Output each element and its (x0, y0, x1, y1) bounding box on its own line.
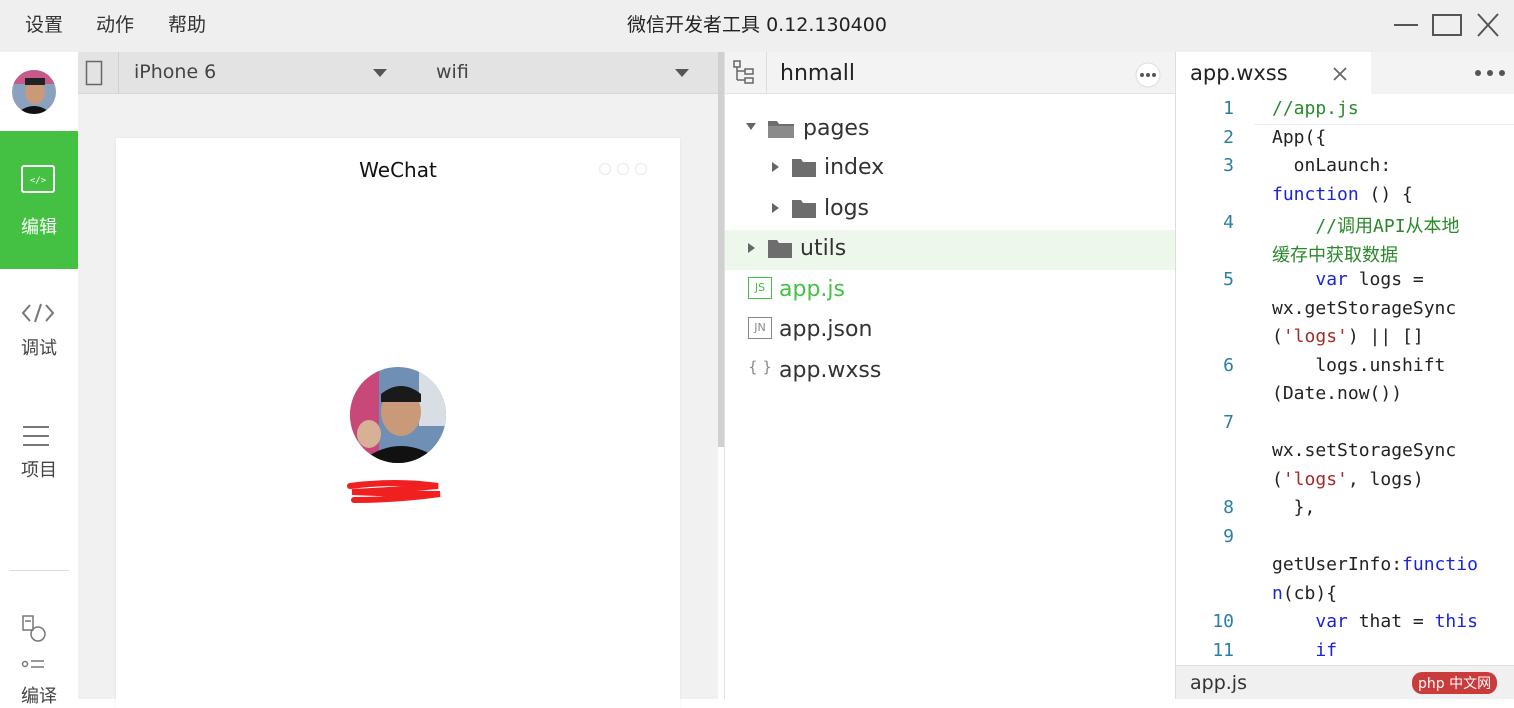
more-options-icon[interactable] (1135, 62, 1161, 88)
sidebar-item-label: 编译 (21, 686, 57, 707)
file-tree-header: hnmall (725, 52, 1175, 94)
tree-item-label: index (824, 155, 885, 180)
simulator-viewport: WeChat (78, 94, 718, 708)
sidebar-item-label: 编辑 (21, 217, 57, 238)
code-editor: app.wxss 1 2 3 4 5 6 7 8 9 10 11 //app.j… (1175, 52, 1514, 699)
nav-title: WeChat (359, 158, 437, 182)
collapse-arrow-icon[interactable] (746, 123, 756, 130)
avatar[interactable] (12, 70, 56, 114)
phone-screen[interactable]: WeChat (116, 138, 680, 708)
line-number: 10 (1212, 611, 1234, 632)
expand-arrow-icon[interactable] (772, 162, 779, 172)
sidebar-divider (9, 570, 69, 571)
close-icon (1477, 13, 1499, 37)
editor-tab-label: app.wxss (1190, 61, 1288, 85)
maximize-icon (1432, 14, 1462, 36)
editor-tab[interactable]: app.wxss (1176, 52, 1371, 94)
menu-lines-icon (23, 426, 49, 446)
redacted-name-scribble (347, 480, 441, 503)
menu-help[interactable]: 帮助 (168, 10, 206, 37)
folder-icon (768, 240, 792, 258)
more-options-icon[interactable] (1474, 69, 1508, 77)
menu-actions[interactable]: 动作 (96, 10, 134, 37)
sidebar-item-edit[interactable]: </> 编辑 (0, 131, 78, 269)
minimize-icon (1394, 24, 1418, 26)
code-editor-icon: </> (21, 165, 55, 193)
menu-settings[interactable]: 设置 (25, 10, 63, 37)
close-tab-icon[interactable] (1333, 67, 1347, 81)
device-select[interactable]: iPhone 6 (118, 52, 400, 94)
expand-arrow-icon[interactable] (772, 203, 779, 213)
line-number: 6 (1223, 355, 1234, 376)
tree-item-app-js[interactable]: JS app.js (725, 271, 1175, 311)
current-line-highlight (1254, 124, 1514, 125)
svg-text:</>: </> (30, 176, 47, 186)
line-number: 9 (1223, 526, 1234, 547)
tree-item-pages[interactable]: pages (725, 110, 1175, 150)
compile-icon (21, 615, 46, 668)
js-file-icon: JS (748, 277, 772, 299)
expand-arrow-icon[interactable] (748, 243, 755, 253)
sidebar-item-label: 项目 (21, 460, 57, 481)
editor-status-bar: app.js php 中文网 (1176, 665, 1514, 699)
line-number: 2 (1223, 127, 1234, 148)
tree-item-label: app.json (779, 317, 873, 342)
file-tree-panel: hnmall pages index logs utils JS app.js … (724, 52, 1175, 699)
device-select-value: iPhone 6 (134, 61, 217, 83)
wxss-file-icon: { } (748, 358, 772, 376)
line-number: 3 (1223, 155, 1234, 176)
simulator-toolbar: iPhone 6 wifi (78, 52, 718, 94)
network-select-value: wifi (436, 61, 469, 83)
tree-item-logs[interactable]: logs (725, 190, 1175, 230)
sidebar-item-project[interactable]: 项目 (0, 410, 78, 490)
json-file-icon: JN (748, 317, 772, 339)
tree-item-app-wxss[interactable]: { } app.wxss (725, 352, 1175, 392)
sidebar-item-compile[interactable]: 编译 (0, 610, 78, 707)
editor-tab-bar: app.wxss (1176, 52, 1514, 94)
line-number-gutter: 1 2 3 4 5 6 7 8 9 10 11 (1176, 94, 1254, 665)
tree-item-index[interactable]: index (725, 149, 1175, 189)
code-brackets-icon (21, 303, 55, 323)
project-name: hnmall (780, 61, 856, 86)
folder-open-icon (768, 121, 794, 138)
line-number: 11 (1212, 640, 1234, 661)
window-title: 微信开发者工具 0.12.130400 (627, 14, 887, 36)
user-avatar (350, 367, 446, 463)
network-select[interactable]: wifi (418, 52, 698, 94)
close-button[interactable] (1470, 8, 1506, 42)
tree-item-label: app.js (779, 277, 845, 302)
maximize-button[interactable] (1429, 8, 1465, 42)
line-number: 5 (1223, 269, 1234, 290)
capsule-menu-icon[interactable] (598, 162, 648, 176)
header-divider (766, 52, 767, 94)
chevron-down-icon (373, 69, 387, 77)
sidebar: </> 编辑 调试 项目 编译 (0, 52, 78, 707)
status-file-name: app.js (1190, 672, 1247, 694)
tree-item-label: utils (800, 236, 847, 261)
sidebar-item-debug[interactable]: 调试 (0, 287, 78, 367)
minimize-button[interactable] (1388, 8, 1424, 42)
tree-item-utils[interactable]: utils (725, 230, 1175, 270)
code-area[interactable]: //app.js App({ onLaunch: function () { /… (1254, 94, 1514, 665)
tree-item-label: app.wxss (779, 358, 882, 383)
tree-item-label: logs (824, 196, 869, 221)
line-number: 4 (1223, 212, 1234, 233)
title-bar: 设置 动作 帮助 微信开发者工具 0.12.130400 (0, 0, 1514, 52)
folder-icon (792, 200, 816, 218)
line-number: 1 (1223, 98, 1234, 119)
tree-item-app-json[interactable]: JN app.json (725, 311, 1175, 351)
folder-icon (792, 159, 816, 177)
avatar-icon (12, 70, 56, 114)
line-number: 7 (1223, 412, 1234, 433)
tree-toggle-icon[interactable] (733, 60, 759, 86)
sidebar-item-label: 调试 (21, 338, 57, 359)
tree-item-label: pages (803, 116, 870, 141)
phone-rotate-icon[interactable] (85, 60, 103, 86)
line-number: 8 (1223, 497, 1234, 518)
chevron-down-icon (675, 69, 689, 77)
watermark-logo: php 中文网 (1412, 672, 1498, 694)
